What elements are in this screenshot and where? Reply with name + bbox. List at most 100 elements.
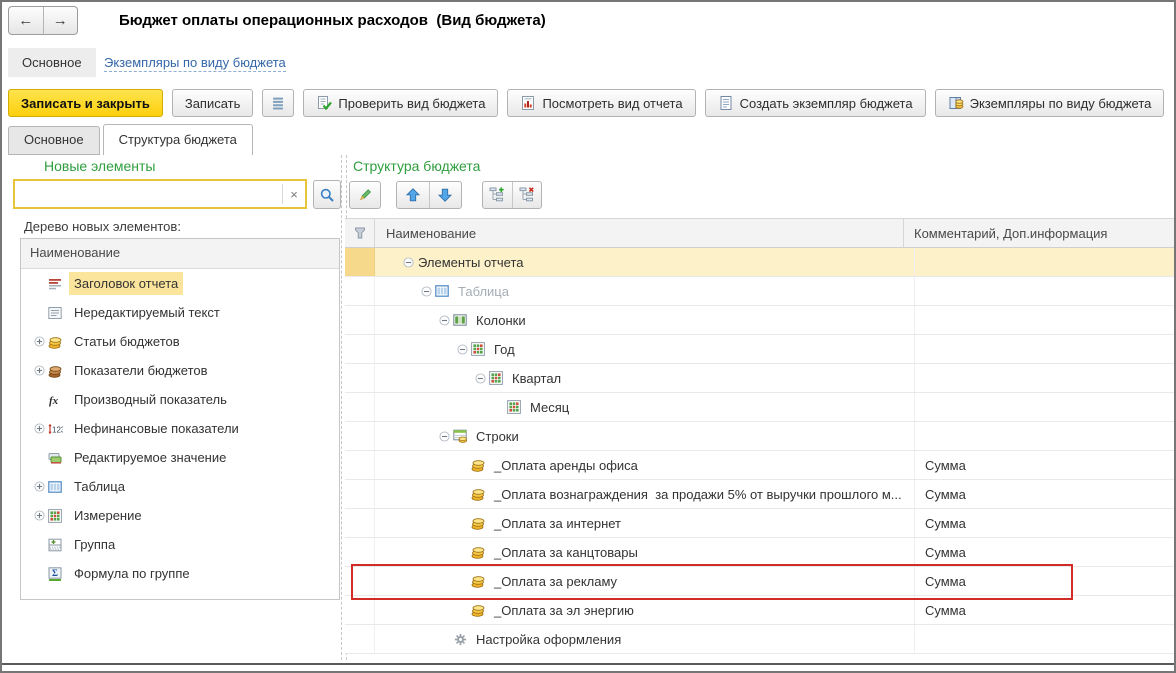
- left-tree-item[interactable]: Нередактируемый текст: [21, 298, 339, 327]
- left-tree-item[interactable]: 123 Нефинансовые показатели: [21, 414, 339, 443]
- left-tree-item[interactable]: fx Производный показатель: [21, 385, 339, 414]
- window-bottom-border: [2, 663, 1174, 665]
- row-tree-cell: [345, 567, 375, 595]
- section-tab-main[interactable]: Основное: [8, 48, 96, 77]
- structure-row[interactable]: _Оплата вознаграждения за продажи 5% от …: [345, 480, 1174, 509]
- button-label: Посмотреть вид отчета: [542, 95, 683, 111]
- save-button[interactable]: Записать: [171, 89, 254, 117]
- row-tree-cell: [345, 393, 375, 421]
- collapse-icon: [472, 370, 488, 386]
- report-header-icon: [47, 276, 63, 292]
- move-down-button[interactable]: [428, 182, 462, 208]
- numbers-icon: 123: [47, 421, 63, 437]
- left-tree-item[interactable]: Показатели бюджетов: [21, 356, 339, 385]
- expand-icon: [31, 508, 47, 524]
- left-panel-title: Новые элементы: [44, 158, 156, 174]
- clear-icon: ×: [290, 186, 298, 202]
- history-nav: ← →: [8, 6, 78, 35]
- arrow-down-icon: [437, 187, 453, 203]
- structure-row[interactable]: _Оплата аренды офиса Сумма: [345, 451, 1174, 480]
- row-tree-cell: [345, 422, 375, 450]
- book-coins-icon: [948, 95, 964, 111]
- structure-table-header: Наименование Комментарий, Доп.информация: [345, 218, 1174, 248]
- table-green-icon: [452, 312, 468, 328]
- tab-budget-structure[interactable]: Структура бюджета: [102, 124, 253, 155]
- structure-row-label: _Оплата аренды офиса: [494, 457, 638, 473]
- row-tree-cell: [345, 538, 375, 566]
- left-tree-rows: Заголовок отчета Нередактируемый текст Ста…: [21, 269, 339, 588]
- left-tree-item-label: Заголовок отчета: [69, 272, 184, 295]
- structure-row[interactable]: _Оплата за эл энергию Сумма: [345, 596, 1174, 625]
- structure-row[interactable]: _Оплата за интернет Сумма: [345, 509, 1174, 538]
- dimension-icon: [470, 341, 486, 357]
- edit-button[interactable]: [349, 181, 381, 209]
- left-tree-item-label: Формула по группе: [74, 566, 190, 581]
- add-node-button[interactable]: [483, 182, 512, 208]
- search-input[interactable]: [15, 181, 282, 207]
- row-tree-cell: [345, 625, 375, 653]
- create-budget-instance-button[interactable]: Создать экземпляр бюджета: [704, 89, 926, 117]
- button-label: Экземпляры по виду бюджета: [969, 95, 1152, 111]
- pencil-icon: [357, 187, 373, 203]
- structure-row[interactable]: Настройка оформления: [345, 625, 1174, 654]
- structure-row[interactable]: _Оплата за рекламу Сумма: [345, 567, 1174, 596]
- back-button[interactable]: ←: [9, 7, 44, 34]
- fx-icon: fx: [47, 392, 63, 408]
- list-menu-button[interactable]: [262, 89, 295, 117]
- structure-row[interactable]: Колонки: [345, 306, 1174, 335]
- menu-lines-icon: [270, 95, 286, 111]
- structure-row[interactable]: Год: [345, 335, 1174, 364]
- table-blue-icon: [47, 479, 63, 495]
- save-close-button[interactable]: Записать и закрыть: [8, 89, 163, 117]
- structure-row[interactable]: Месяц: [345, 393, 1174, 422]
- left-tree-item-label: Нефинансовые показатели: [74, 421, 239, 436]
- left-tree-item[interactable]: Группа: [21, 530, 339, 559]
- right-panel-title: Структура бюджета: [353, 158, 481, 174]
- structure-row[interactable]: Квартал: [345, 364, 1174, 393]
- left-tree-item[interactable]: Σ Формула по группе: [21, 559, 339, 588]
- left-tree-item-label: Статьи бюджетов: [74, 334, 180, 349]
- search-button[interactable]: [313, 180, 341, 209]
- row-tree-cell: [345, 596, 375, 624]
- budget-instances-button[interactable]: Экземпляры по виду бюджета: [934, 89, 1165, 117]
- left-tree-item[interactable]: Редактируемое значение: [21, 443, 339, 472]
- left-column-header: Наименование: [21, 239, 339, 269]
- expand-icon: [31, 479, 47, 495]
- structure-table-rows: Элементы отчета Таблица Колонки Год Квартал М…: [345, 248, 1174, 654]
- budget-instances-link[interactable]: Экземпляры по виду бюджета: [104, 54, 286, 72]
- forward-button[interactable]: →: [44, 7, 78, 34]
- check-budget-view-button[interactable]: Проверить вид бюджета: [303, 89, 499, 117]
- tree-column-header[interactable]: [345, 219, 375, 247]
- left-tree-item[interactable]: Таблица: [21, 472, 339, 501]
- structure-row-label: Год: [494, 341, 515, 357]
- tab-main[interactable]: Основное: [8, 126, 100, 155]
- structure-row[interactable]: Таблица: [345, 277, 1174, 306]
- structure-row-comment: Сумма: [914, 567, 1174, 595]
- left-tree-item-label: Нередактируемый текст: [74, 305, 220, 320]
- structure-row-label: Настройка оформления: [476, 631, 622, 647]
- group-icon: [47, 537, 63, 553]
- back-icon: ←: [18, 12, 34, 29]
- structure-row[interactable]: Строки: [345, 422, 1174, 451]
- delete-node-button[interactable]: [511, 182, 542, 208]
- left-tree-item[interactable]: Измерение: [21, 501, 339, 530]
- name-column-header[interactable]: Наименование: [375, 219, 903, 247]
- structure-row-label: Колонки: [476, 312, 526, 328]
- coins-brown-icon: [47, 363, 63, 379]
- clear-search-button[interactable]: ×: [283, 181, 305, 207]
- left-tree-item[interactable]: Статьи бюджетов: [21, 327, 339, 356]
- structure-row-comment: [914, 277, 1174, 305]
- structure-row-comment: Сумма: [914, 596, 1174, 624]
- structure-row[interactable]: _Оплата за канцтовары Сумма: [345, 538, 1174, 567]
- structure-row[interactable]: Элементы отчета: [345, 248, 1174, 277]
- structure-row-comment: Сумма: [914, 509, 1174, 537]
- left-tree-item[interactable]: Заголовок отчета: [21, 269, 339, 298]
- structure-row-label: Строки: [476, 428, 519, 444]
- new-elements-tree: Наименование Заголовок отчета Нередактиру…: [20, 238, 340, 600]
- view-report-button[interactable]: Посмотреть вид отчета: [507, 89, 696, 117]
- comment-column-header[interactable]: Комментарий, Доп.информация: [903, 219, 1174, 247]
- structure-row-comment: [914, 248, 1174, 276]
- move-up-button[interactable]: [397, 182, 429, 208]
- tree-edit-buttons: [482, 181, 542, 209]
- collapse-icon: [400, 254, 416, 270]
